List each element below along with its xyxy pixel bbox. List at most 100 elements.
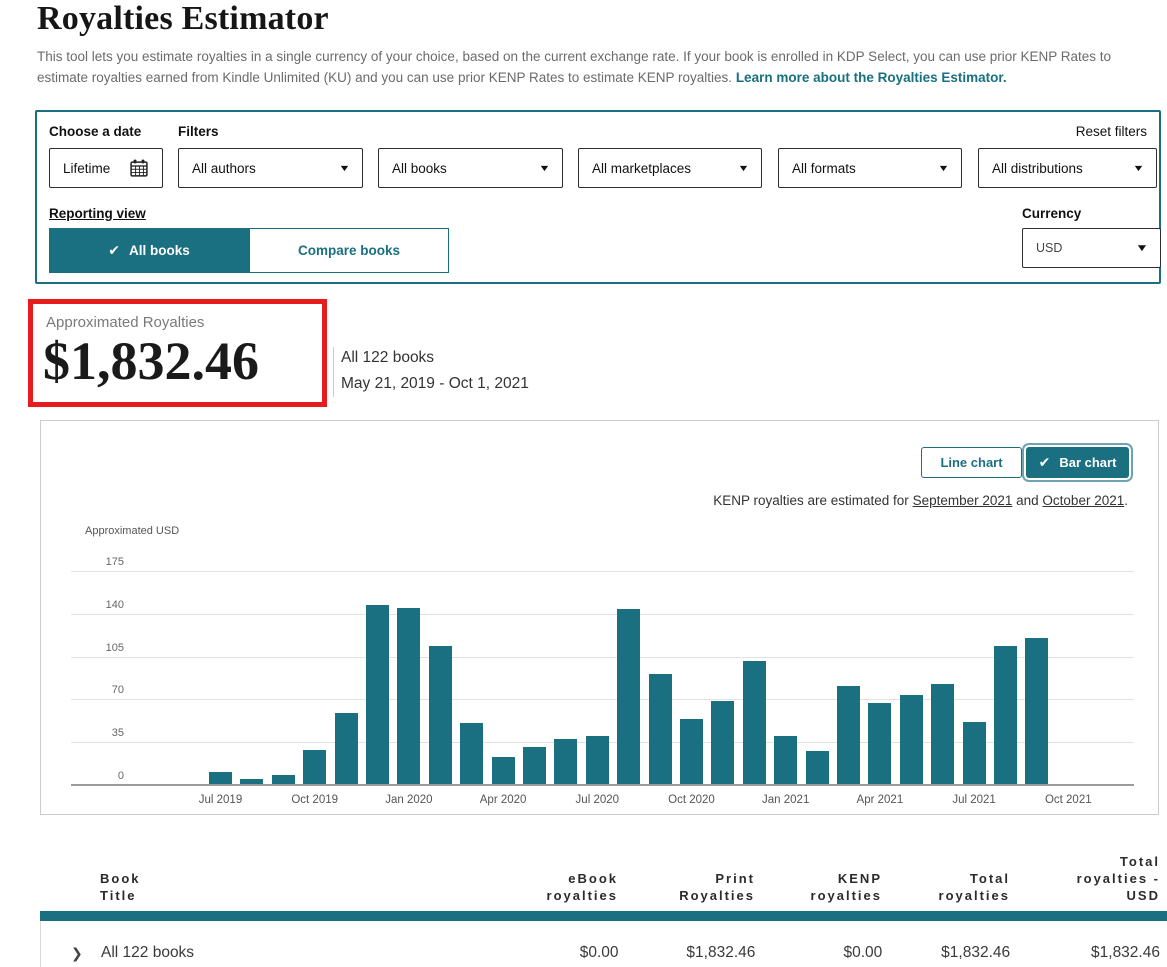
y-axis-tick-label: 175 — [74, 556, 124, 568]
date-range: May 21, 2019 - Oct 1, 2021 — [341, 371, 529, 397]
annotation-highlight-box: Approximated Royalties $1,832.46 — [28, 299, 327, 407]
bar-jun-2021[interactable] — [931, 684, 954, 784]
learn-more-link[interactable]: Learn more about the Royalties Estimator… — [736, 70, 1007, 85]
tab-all-books-label: All books — [129, 243, 190, 258]
column-header-total-royalties[interactable]: Total royalties — [882, 870, 1010, 904]
gridline — [71, 657, 1134, 658]
bar-apr-2021[interactable] — [868, 703, 891, 784]
x-axis-tick-label: Oct 2019 — [280, 794, 350, 806]
chevron-down-icon: ▼ — [538, 163, 550, 173]
bar-mar-2021[interactable] — [837, 686, 860, 784]
calendar-icon — [129, 158, 149, 178]
x-axis-tick-label: Apr 2020 — [468, 794, 538, 806]
books-count: All 122 books — [341, 345, 529, 371]
y-axis-tick-label: 105 — [74, 642, 124, 654]
bar-may-2021[interactable] — [900, 695, 923, 784]
books-filter-dropdown[interactable]: All books ▼ — [378, 148, 563, 188]
formats-filter-dropdown[interactable]: All formats ▼ — [778, 148, 962, 188]
marketplaces-filter-dropdown[interactable]: All marketplaces ▼ — [578, 148, 762, 188]
x-axis-tick-label: Jan 2021 — [751, 794, 821, 806]
x-axis-line — [71, 784, 1134, 786]
bar-aug-2020[interactable] — [617, 609, 640, 784]
kenp-note-text: KENP royalties are estimated for — [713, 493, 912, 508]
bar-jul-2021[interactable] — [963, 722, 986, 784]
bar-oct-2019[interactable] — [303, 750, 326, 784]
column-header-ebook-royalties[interactable]: eBook royalties — [440, 870, 618, 904]
gridline — [71, 571, 1134, 572]
column-header-total-royalties-usd[interactable]: Total royalties - USD — [1010, 853, 1160, 904]
chart-panel: Line chart ✔ Bar chart KENP royalties ar… — [40, 420, 1159, 815]
gridline — [71, 699, 1134, 700]
row-ebook-royalties: $0.00 — [441, 944, 619, 962]
bar-nov-2020[interactable] — [711, 701, 734, 784]
chevron-down-icon: ▼ — [338, 163, 350, 173]
table-header-row: Book Title eBook royalties Print Royalti… — [40, 853, 1160, 904]
bar-mar-2020[interactable] — [460, 723, 483, 784]
kenp-month-link-october[interactable]: October 2021 — [1042, 493, 1124, 508]
tab-compare-books-label: Compare books — [298, 243, 400, 258]
approximated-royalties-label: Approximated Royalties — [46, 314, 204, 331]
reporting-view-link[interactable]: Reporting view — [49, 206, 146, 221]
bar-aug-2021[interactable] — [994, 646, 1017, 784]
bar-sep-2020[interactable] — [649, 674, 672, 784]
kenp-note-and: and — [1012, 493, 1042, 508]
filters-label: Filters — [178, 124, 219, 139]
currency-label: Currency — [1022, 206, 1081, 221]
row-total-royalties: $1,832.46 — [882, 944, 1010, 962]
chevron-down-icon: ▼ — [737, 163, 749, 173]
currency-dropdown[interactable]: USD ▼ — [1022, 228, 1161, 268]
bar-sep-2019[interactable] — [272, 775, 295, 784]
x-axis-tick-label: Oct 2020 — [657, 794, 727, 806]
x-axis-tick-label: Jan 2020 — [374, 794, 444, 806]
bar-jan-2020[interactable] — [397, 608, 420, 784]
bar-jan-2021[interactable] — [774, 736, 797, 784]
bar-jun-2020[interactable] — [554, 739, 577, 784]
bar-chart-plot: 03570105140175Jul 2019Oct 2019Jan 2020Ap… — [71, 572, 1134, 786]
x-axis-tick-label: Jul 2019 — [186, 794, 256, 806]
bar-may-2020[interactable] — [523, 747, 546, 784]
marketplaces-filter-value: All marketplaces — [592, 161, 691, 176]
chevron-down-icon: ▼ — [937, 163, 949, 173]
x-axis-tick-label: Jul 2021 — [939, 794, 1009, 806]
kenp-month-link-september[interactable]: September 2021 — [913, 493, 1013, 508]
royalties-table: Book Title eBook royalties Print Royalti… — [40, 853, 1167, 967]
bar-feb-2020[interactable] — [429, 646, 452, 784]
y-axis-tick-label: 140 — [74, 599, 124, 611]
bar-chart-button[interactable]: ✔ Bar chart — [1026, 447, 1129, 478]
row-book-title: All 122 books — [101, 944, 194, 961]
gridline — [71, 614, 1134, 615]
bar-apr-2020[interactable] — [492, 757, 515, 784]
date-range-picker[interactable]: Lifetime — [49, 148, 163, 188]
date-range-value: Lifetime — [63, 161, 110, 176]
summary-divider — [333, 347, 334, 397]
bar-jul-2020[interactable] — [586, 736, 609, 784]
bar-dec-2019[interactable] — [366, 605, 389, 784]
expand-row-chevron-icon[interactable]: ❯ — [71, 945, 83, 962]
bar-jul-2019[interactable] — [209, 772, 232, 784]
y-axis-tick-label: 70 — [74, 684, 124, 696]
authors-filter-value: All authors — [192, 161, 256, 176]
authors-filter-dropdown[interactable]: All authors ▼ — [178, 148, 363, 188]
bar-sep-2021[interactable] — [1025, 638, 1048, 784]
line-chart-button[interactable]: Line chart — [921, 447, 1022, 478]
choose-date-label: Choose a date — [49, 124, 141, 139]
bar-aug-2019[interactable] — [240, 779, 263, 784]
page-description: This tool lets you estimate royalties in… — [37, 46, 1162, 88]
tab-all-books[interactable]: ✔ All books — [49, 228, 249, 273]
line-chart-button-label: Line chart — [940, 455, 1002, 470]
column-header-kenp-royalties[interactable]: KENP royalties — [755, 870, 882, 904]
row-kenp-royalties: $0.00 — [755, 944, 882, 962]
summary-info: All 122 books May 21, 2019 - Oct 1, 2021 — [341, 345, 529, 397]
distributions-filter-dropdown[interactable]: All distributions ▼ — [978, 148, 1157, 188]
bar-dec-2020[interactable] — [743, 661, 766, 785]
x-axis-tick-label: Oct 2021 — [1033, 794, 1103, 806]
formats-filter-value: All formats — [792, 161, 856, 176]
column-header-book-title[interactable]: Book Title — [40, 870, 440, 904]
reset-filters-link[interactable]: Reset filters — [1076, 124, 1147, 139]
bar-nov-2019[interactable] — [335, 713, 358, 784]
column-header-print-royalties[interactable]: Print Royalties — [618, 870, 755, 904]
bar-oct-2020[interactable] — [680, 719, 703, 784]
tab-compare-books[interactable]: Compare books — [249, 228, 449, 273]
table-row: ❯ All 122 books $0.00 $1,832.46 $0.00 $1… — [40, 921, 1160, 967]
bar-feb-2021[interactable] — [806, 751, 829, 784]
